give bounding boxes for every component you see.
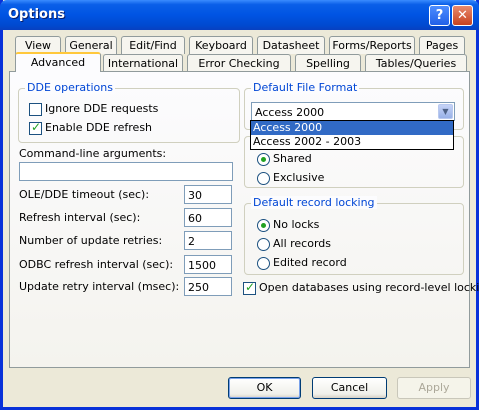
ole-timeout-label: OLE/DDE timeout (sec): [19, 188, 150, 201]
enable-dde-refresh-label[interactable]: Enable DDE refresh [45, 121, 152, 134]
dde-operations-legend: DDE operations [25, 81, 115, 94]
all-records-radio[interactable] [257, 238, 270, 251]
tab-international[interactable]: International [103, 54, 183, 72]
tab-datasheet[interactable]: Datasheet [257, 36, 325, 54]
ignore-dde-label[interactable]: Ignore DDE requests [45, 102, 158, 115]
edited-record-radio[interactable] [257, 257, 270, 270]
update-retry-interval-input[interactable]: 250 [184, 277, 232, 296]
tab-edit-find[interactable]: Edit/Find [121, 36, 185, 54]
odbc-refresh-label: ODBC refresh interval (sec): [19, 258, 174, 271]
command-line-input[interactable] [19, 162, 233, 181]
file-format-select[interactable]: Access 2000 ▼ [251, 102, 455, 121]
exclusive-radio[interactable] [257, 172, 270, 185]
file-format-dropdown-list: Access 2000 Access 2002 - 2003 [250, 120, 454, 150]
update-retry-interval-label: Update retry interval (msec): [19, 280, 180, 293]
chevron-down-icon[interactable]: ▼ [438, 104, 453, 119]
title-bar[interactable]: Options ? ✕ [0, 0, 479, 30]
file-format-option[interactable]: Access 2000 [251, 121, 453, 135]
close-button[interactable]: ✕ [452, 5, 473, 26]
tab-advanced[interactable]: Advanced [15, 52, 101, 72]
update-retries-label: Number of update retries: [19, 234, 163, 247]
odbc-refresh-input[interactable]: 1500 [184, 255, 232, 274]
record-locking-group: Default record locking No locks All reco… [244, 196, 464, 275]
ignore-dde-checkbox[interactable] [29, 103, 42, 116]
record-level-locking-checkbox[interactable]: ✓ [243, 280, 256, 295]
dde-operations-group: DDE operations Ignore DDE requests ✓ Ena… [18, 81, 240, 143]
ok-button[interactable]: OK [228, 377, 301, 399]
tab-keyboard[interactable]: Keyboard [189, 36, 253, 54]
refresh-interval-input[interactable]: 60 [184, 208, 232, 227]
tab-spelling[interactable]: Spelling [295, 54, 361, 72]
question-mark-icon: ? [435, 8, 444, 23]
options-dialog: Options ? ✕ View General Edit/Find Keybo… [0, 0, 479, 410]
refresh-interval-label: Refresh interval (sec): [19, 211, 141, 224]
command-line-label: Command-line arguments: [19, 147, 167, 160]
all-records-label[interactable]: All records [273, 237, 331, 250]
shared-radio[interactable] [257, 153, 270, 166]
apply-button[interactable]: Apply [397, 377, 471, 399]
cancel-button[interactable]: Cancel [312, 377, 387, 399]
record-level-locking-label[interactable]: Open databases using record-level lockin… [259, 281, 479, 294]
checkmark-icon: ✓ [245, 280, 256, 294]
radio-dot-icon [261, 157, 266, 162]
file-format-value: Access 2000 [255, 106, 325, 119]
record-locking-legend: Default record locking [251, 196, 377, 209]
checkmark-icon: ✓ [31, 120, 42, 134]
radio-dot-icon [261, 223, 266, 228]
tab-forms-reports[interactable]: Forms/Reports [329, 36, 415, 54]
default-file-format-legend: Default File Format [251, 81, 360, 94]
tab-pages[interactable]: Pages [419, 36, 465, 54]
tab-error-checking[interactable]: Error Checking [187, 54, 291, 72]
edited-record-label[interactable]: Edited record [273, 256, 347, 269]
file-format-option[interactable]: Access 2002 - 2003 [251, 135, 453, 149]
ole-timeout-input[interactable]: 30 [184, 185, 232, 204]
window-title: Options [8, 7, 65, 22]
exclusive-label[interactable]: Exclusive [273, 171, 324, 184]
help-button[interactable]: ? [429, 5, 450, 26]
advanced-tab-panel: DDE operations Ignore DDE requests ✓ Ena… [9, 71, 479, 368]
shared-label[interactable]: Shared [273, 152, 312, 165]
tab-tables-queries[interactable]: Tables/Queries [365, 54, 467, 72]
enable-dde-refresh-checkbox[interactable]: ✓ [29, 120, 42, 135]
update-retries-input[interactable]: 2 [184, 231, 232, 250]
no-locks-label[interactable]: No locks [273, 218, 319, 231]
no-locks-radio[interactable] [257, 219, 270, 232]
close-icon: ✕ [457, 8, 468, 23]
